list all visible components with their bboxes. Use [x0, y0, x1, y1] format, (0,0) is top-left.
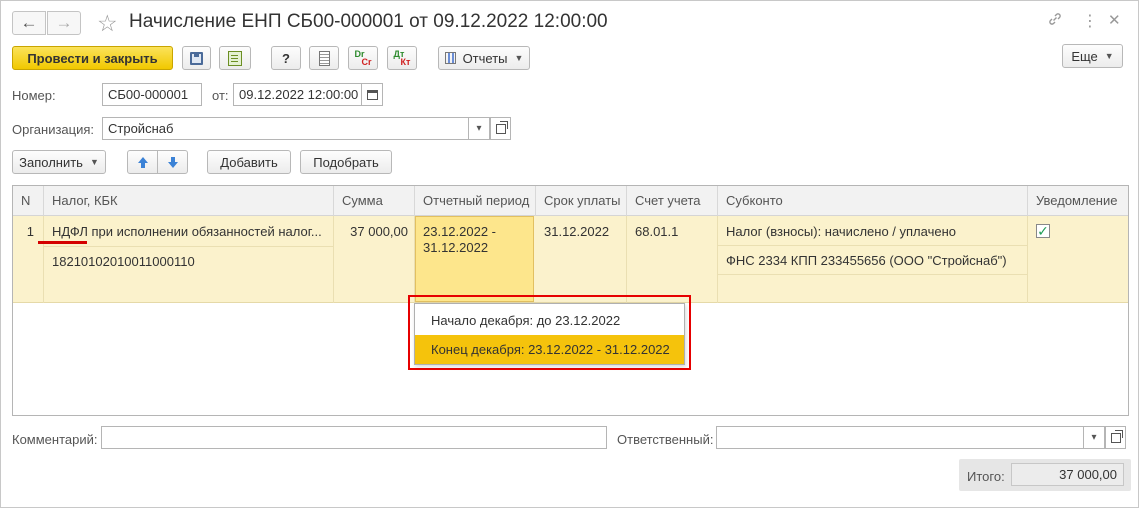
move-down-button[interactable]: [157, 150, 188, 174]
arrow-right-icon: →: [55, 13, 73, 32]
total-value: 37 000,00: [1011, 463, 1124, 486]
help-button[interactable]: ?: [271, 46, 301, 70]
chevron-down-icon: ▼: [1104, 51, 1114, 61]
column-header-account[interactable]: Счет учета: [627, 186, 718, 216]
chevron-down-icon: ▼: [514, 53, 524, 63]
table-header: N Налог, КБК Сумма Отчетный период Срок …: [13, 186, 1128, 216]
responsible-dropdown[interactable]: ▾: [1083, 426, 1105, 449]
responsible-label: Ответственный:: [617, 432, 714, 447]
total-label: Итого:: [967, 469, 1005, 484]
dr-cr-button[interactable]: Dr Cr: [348, 46, 378, 70]
organization-label: Организация:: [12, 122, 95, 137]
chevron-down-icon: ▼: [89, 157, 99, 167]
number-field[interactable]: СБ00-000001: [102, 83, 202, 106]
kbk-code: 18210102010011000110: [52, 254, 195, 269]
forward-button[interactable]: →: [47, 11, 81, 35]
column-header-period[interactable]: Отчетный период: [415, 186, 536, 216]
cell-period[interactable]: 23.12.2022 - 31.12.2022: [415, 216, 534, 302]
responsible-field[interactable]: [716, 426, 1084, 449]
dt-kt-icon: Дт Кт: [393, 49, 411, 67]
pick-button[interactable]: Подобрать: [300, 150, 392, 174]
arrow-left-icon: ←: [20, 13, 38, 32]
arrow-down-icon: [167, 156, 178, 168]
chevron-down-icon: ▾: [476, 123, 482, 134]
column-header-tax[interactable]: Налог, КБК: [44, 186, 334, 216]
column-header-subconto[interactable]: Субконто: [718, 186, 1028, 216]
dt-kt-button[interactable]: Дт Кт: [387, 46, 417, 70]
link-icon[interactable]: [1047, 11, 1063, 31]
column-header-notification[interactable]: Уведомление: [1028, 186, 1129, 216]
tax-name: НДФЛ при исполнении обязанностей налог..…: [52, 224, 322, 239]
window-title: Начисление ЕНП СБ00-000001 от 09.12.2022…: [129, 11, 608, 32]
cell-tax[interactable]: НДФЛ при исполнении обязанностей налог..…: [44, 216, 334, 303]
cell-notification[interactable]: ✓: [1028, 216, 1129, 303]
post-document-icon: [228, 50, 242, 66]
back-button[interactable]: ←: [12, 11, 46, 35]
open-icon: [495, 120, 508, 134]
column-header-sum[interactable]: Сумма: [334, 186, 415, 216]
organization-field[interactable]: Стройснаб: [102, 117, 469, 140]
calendar-icon: [366, 89, 378, 100]
cell-subconto[interactable]: Налог (взносы): начислено / уплачено ФНС…: [718, 216, 1028, 303]
period-option-end[interactable]: Конец декабря: 23.12.2022 - 31.12.2022: [415, 335, 684, 364]
cell-n[interactable]: 1: [13, 216, 44, 303]
save-icon: [190, 51, 203, 65]
debit-credit-icon: Dr Cr: [354, 49, 372, 67]
comment-label: Комментарий:: [12, 432, 98, 447]
number-label: Номер:: [12, 88, 56, 103]
date-label: от:: [212, 88, 229, 103]
date-field[interactable]: 09.12.2022 12:00:00: [233, 83, 362, 106]
cell-sum[interactable]: 37 000,00: [334, 216, 415, 303]
arrow-up-icon: [137, 156, 148, 168]
organization-dropdown[interactable]: ▾: [468, 117, 490, 140]
favorite-star-icon[interactable]: ☆: [97, 10, 118, 37]
close-icon[interactable]: ✕: [1108, 11, 1121, 29]
subconto-2: ФНС 2334 КПП 233455656 (ООО "Стройснаб"): [726, 253, 1007, 268]
organization-open-button[interactable]: [490, 117, 511, 140]
calendar-button[interactable]: [361, 83, 383, 106]
period-dropdown-list: Начало декабря: до 23.12.2022 Конец дека…: [414, 303, 685, 365]
reports-button[interactable]: Отчеты ▼: [438, 46, 530, 70]
post-and-close-button[interactable]: Провести и закрыть: [12, 46, 173, 70]
move-up-button[interactable]: [127, 150, 158, 174]
table-row[interactable]: 1 НДФЛ при исполнении обязанностей налог…: [13, 216, 1128, 303]
list-icon: [318, 50, 330, 66]
chevron-down-icon: ▾: [1091, 432, 1097, 443]
structure-button[interactable]: [309, 46, 339, 70]
annotation-underline: [38, 241, 87, 244]
fill-button[interactable]: Заполнить ▼: [12, 150, 106, 174]
open-icon: [1110, 429, 1123, 443]
period-option-start[interactable]: Начало декабря: до 23.12.2022: [415, 306, 684, 335]
more-vertical-icon[interactable]: ⋮: [1082, 11, 1098, 31]
subconto-1: Налог (взносы): начислено / уплачено: [726, 224, 956, 239]
report-icon: [444, 52, 456, 64]
more-button[interactable]: Еще ▼: [1062, 44, 1123, 68]
save-button[interactable]: [182, 46, 211, 70]
comment-field[interactable]: [101, 426, 607, 449]
document-window: ← → ☆ Начисление ЕНП СБ00-000001 от 09.1…: [0, 0, 1139, 508]
add-button[interactable]: Добавить: [207, 150, 291, 174]
cell-account[interactable]: 68.01.1: [627, 216, 718, 303]
column-header-n[interactable]: N: [13, 186, 44, 216]
post-button[interactable]: [219, 46, 251, 70]
responsible-open-button[interactable]: [1105, 426, 1126, 449]
column-header-due[interactable]: Срок уплаты: [536, 186, 627, 216]
check-icon: ✓: [1037, 223, 1049, 239]
notification-checkbox[interactable]: ✓: [1036, 224, 1050, 238]
cell-due[interactable]: 31.12.2022: [536, 216, 627, 303]
